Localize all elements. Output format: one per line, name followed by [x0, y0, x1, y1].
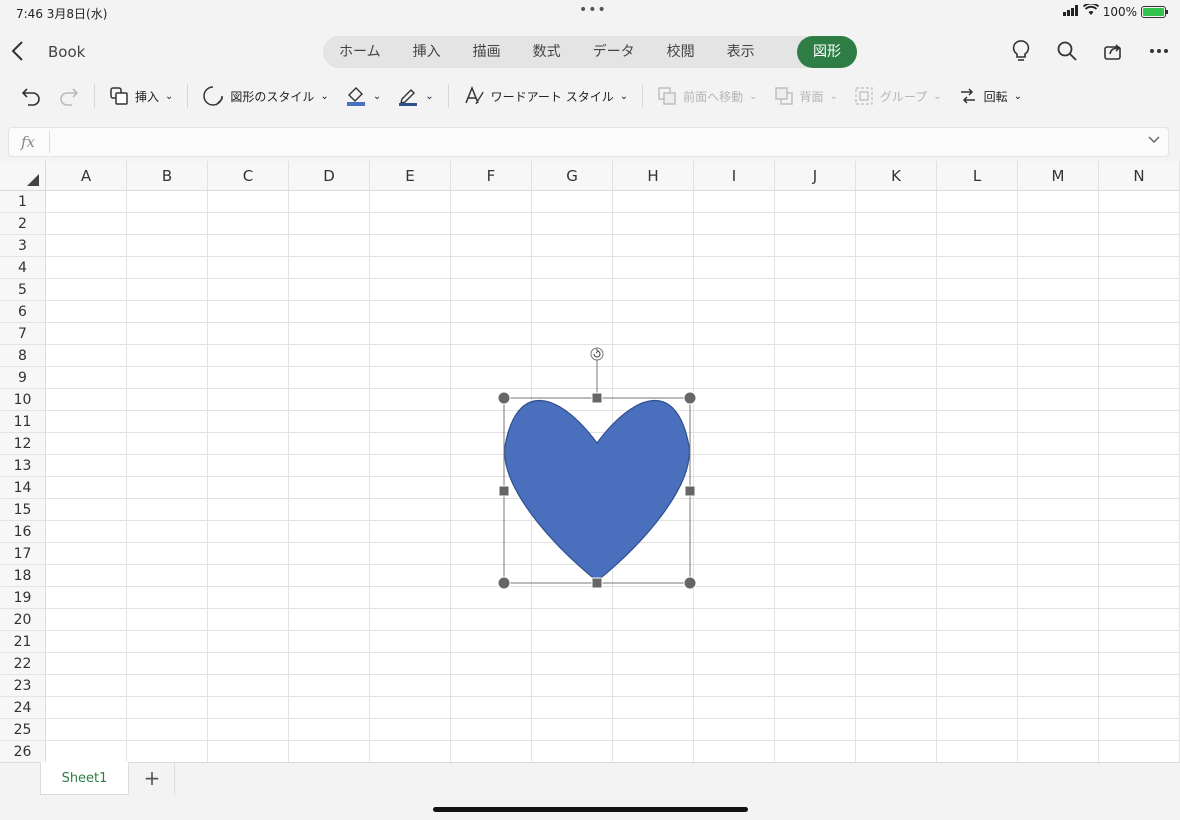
- resize-handle-top-right: [683, 391, 697, 405]
- undo-icon: [21, 88, 40, 106]
- resize-handle-top-left: [497, 391, 511, 405]
- bring-forward-label: 前面へ移動: [683, 89, 744, 104]
- signal-icon: [1062, 4, 1079, 19]
- bring-forward-button[interactable]: 前面へ移動 ⌄: [649, 80, 765, 112]
- lightbulb-icon[interactable]: [1010, 40, 1032, 62]
- rotate-icon: [960, 88, 975, 104]
- fill-bucket-icon: [346, 87, 365, 106]
- resize-handle-bottom-left: [497, 576, 511, 590]
- shape-style-button[interactable]: 図形のスタイル ⌄: [194, 80, 336, 112]
- shape-style-icon: [203, 86, 224, 106]
- ribbon-divider: [447, 84, 449, 108]
- resize-handle-bottom-right: [683, 576, 697, 590]
- add-sheet-button[interactable]: +: [130, 762, 175, 795]
- more-options-icon[interactable]: [1148, 40, 1170, 62]
- resize-handle-top: [591, 392, 603, 404]
- resize-handle-left: [498, 485, 510, 497]
- ribbon-toolbar: 挿入 ⌄ 図形のスタイル ⌄ ⌄ ⌄ ワードアート スタイル ⌄ 前面へ移動 ⌄…: [0, 76, 1180, 116]
- group-button[interactable]: グループ ⌄: [846, 80, 950, 112]
- search-icon[interactable]: [1056, 40, 1078, 62]
- ribbon-divider: [642, 84, 644, 108]
- status-right: 100%: [1062, 2, 1168, 19]
- tab-insert[interactable]: 挿入: [397, 36, 457, 68]
- wordart-label: ワードアート スタイル: [490, 89, 614, 104]
- ribbon-tabs: ホーム 挿入 描画 数式 データ 校閲 表示 図形: [323, 36, 857, 68]
- pen-icon: [399, 89, 418, 106]
- insert-shape-button[interactable]: 挿入 ⌄: [101, 80, 181, 112]
- send-backward-label: 背面: [799, 89, 824, 104]
- insert-label: 挿入: [135, 89, 160, 104]
- rotate-handle-icon: [590, 347, 604, 361]
- ribbon-divider: [187, 84, 189, 108]
- resize-handle-right: [684, 485, 696, 497]
- wordart-style-button[interactable]: ワードアート スタイル ⌄: [455, 80, 637, 112]
- outline-color-button[interactable]: ⌄: [389, 80, 441, 112]
- status-time-date: 7:46 3月8日(水): [16, 7, 108, 21]
- spreadsheet-grid[interactable]: ABCDEFGHIJKLMN 1 2 3 4 5 6 7 8 9 10 11 12 13 14 15 16 17…: [0, 161, 1180, 762]
- multitask-dots-icon[interactable]: •••: [579, 2, 607, 18]
- battery-percent: 100%: [1102, 4, 1137, 19]
- formula-divider: [49, 131, 50, 153]
- shapes-icon: [110, 87, 128, 105]
- wordart-icon: [464, 85, 484, 105]
- shape-style-label: 図形のスタイル: [230, 89, 315, 104]
- chevron-down-icon: ⌄: [372, 90, 382, 102]
- send-backward-button[interactable]: 背面 ⌄: [766, 80, 846, 112]
- share-icon[interactable]: [1102, 40, 1124, 62]
- chevron-down-icon: ⌄: [933, 90, 942, 102]
- expand-formula-chevron-icon[interactable]: [1148, 133, 1160, 147]
- group-icon: [855, 87, 873, 105]
- send-backward-icon: [774, 87, 793, 105]
- tab-home[interactable]: ホーム: [323, 36, 397, 68]
- rotate-label: 回転: [983, 89, 1008, 104]
- document-title[interactable]: Book: [48, 43, 85, 61]
- group-label: グループ: [879, 89, 928, 104]
- tab-draw[interactable]: 描画: [457, 36, 517, 68]
- chevron-down-icon: ⌄: [829, 90, 838, 102]
- header-actions: [1010, 40, 1170, 62]
- chevron-down-icon: ⌄: [749, 90, 758, 102]
- heart-path: [504, 400, 690, 582]
- fx-icon: fx: [21, 133, 36, 151]
- home-indicator[interactable]: [433, 807, 748, 812]
- chevron-down-icon: ⌄: [165, 90, 174, 102]
- wifi-icon: [1082, 2, 1099, 19]
- app-header: Book ホーム 挿入 描画 数式 データ 校閲 表示 図形: [0, 30, 1180, 74]
- tab-shape[interactable]: 図形: [797, 36, 857, 68]
- sheet-tab-bar: Sheet1 +: [0, 762, 1180, 820]
- resize-handle-bottom: [591, 577, 603, 589]
- bring-forward-icon: [658, 87, 676, 105]
- tab-formulas[interactable]: 数式: [517, 36, 577, 68]
- chevron-down-icon: ⌄: [320, 90, 329, 102]
- redo-button[interactable]: [50, 80, 88, 112]
- formula-bar[interactable]: fx: [8, 127, 1169, 157]
- redo-icon: [60, 88, 79, 106]
- tab-data[interactable]: データ: [577, 36, 651, 68]
- chevron-down-icon: ⌄: [425, 90, 434, 102]
- sheet-tab-sheet1[interactable]: Sheet1: [40, 762, 129, 795]
- ribbon-divider: [94, 84, 95, 108]
- tab-view[interactable]: 表示: [711, 36, 771, 68]
- chevron-down-icon: ⌄: [1013, 90, 1022, 102]
- fill-color-button[interactable]: ⌄: [337, 80, 389, 112]
- battery-icon: [1141, 5, 1168, 18]
- tab-review[interactable]: 校閲: [651, 36, 711, 68]
- status-bar: 7:46 3月8日(水) ••• 100%: [0, 0, 1180, 26]
- undo-button[interactable]: [12, 80, 50, 112]
- back-icon[interactable]: [10, 40, 24, 68]
- rotate-button[interactable]: 回転 ⌄: [950, 80, 1030, 112]
- chevron-down-icon: ⌄: [619, 90, 629, 102]
- heart-shape[interactable]: [0, 161, 1180, 762]
